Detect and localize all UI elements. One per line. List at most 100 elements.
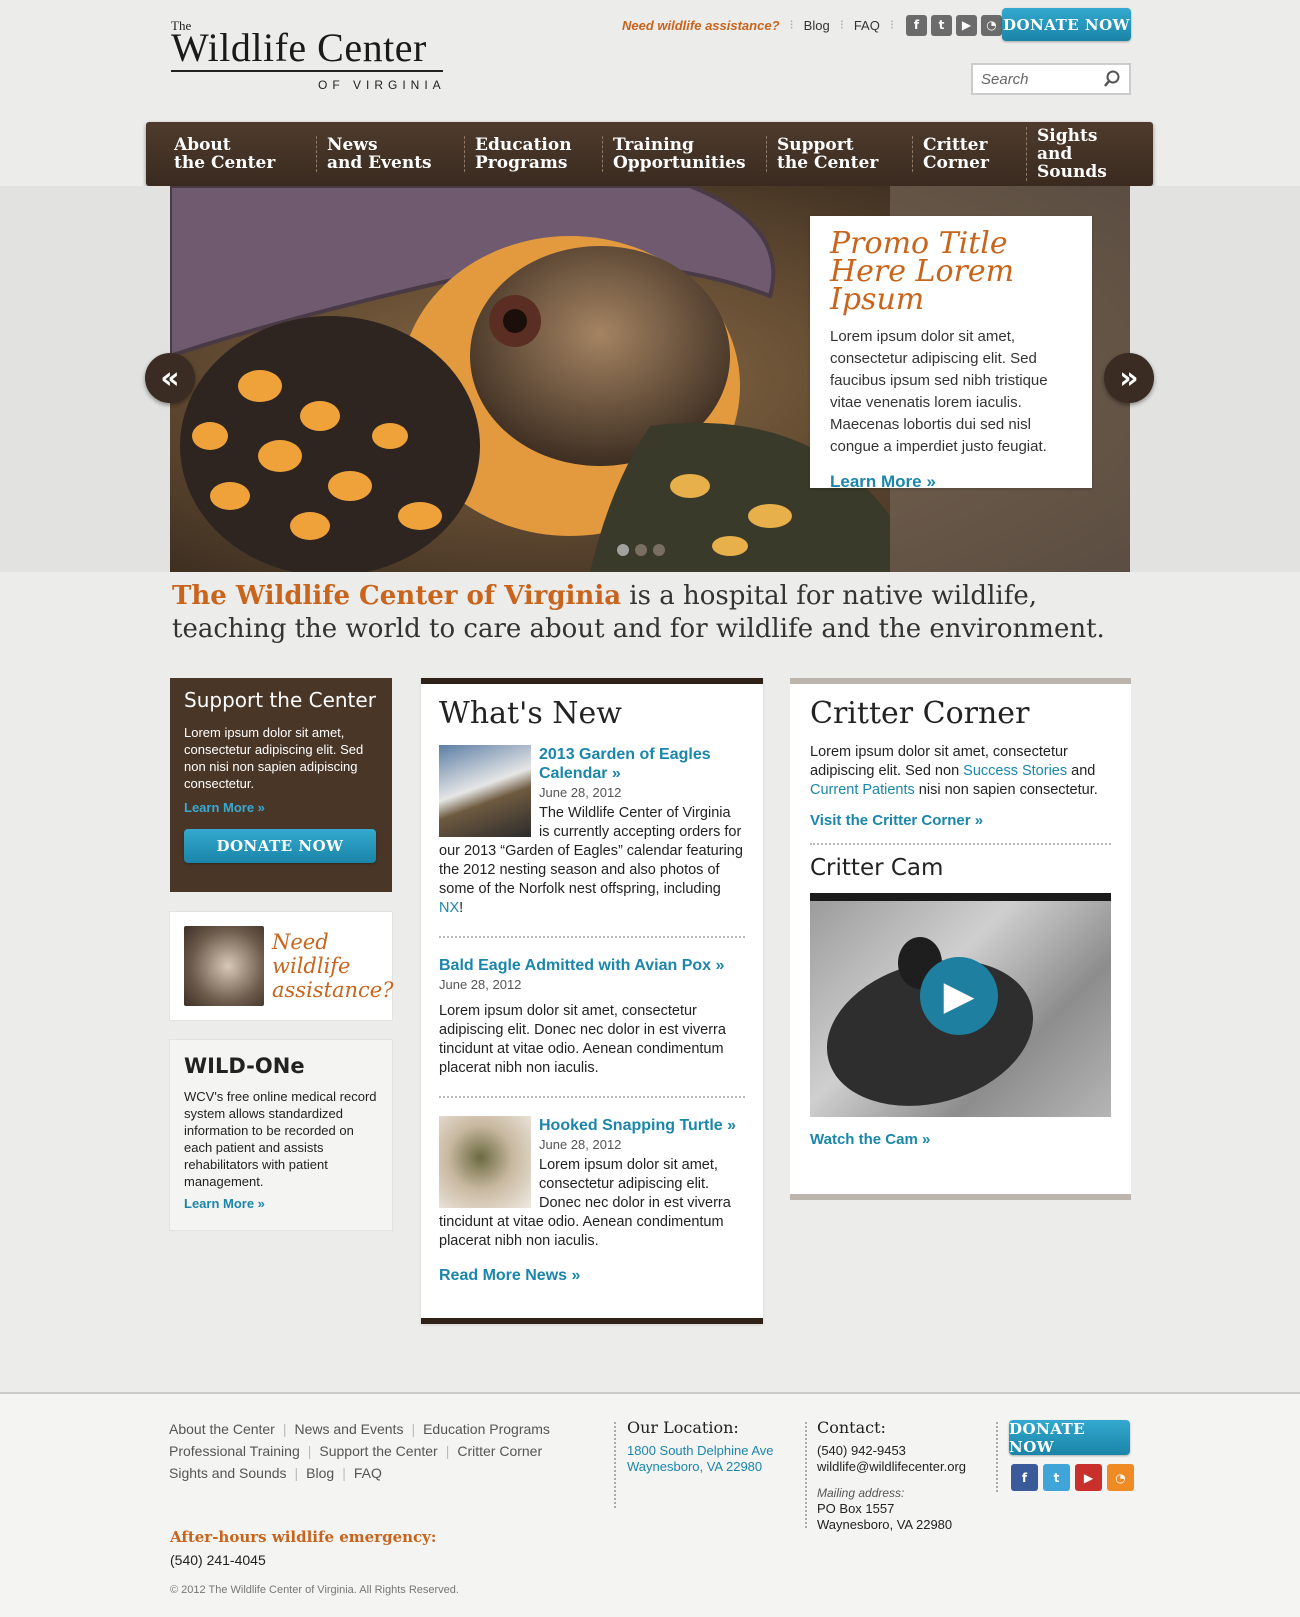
main-nav: About the Center News and Events Educati…: [146, 122, 1153, 186]
site-logo[interactable]: Wildlife Center: [171, 26, 443, 72]
slide-dot[interactable]: [653, 544, 665, 556]
separator: ⁝: [789, 17, 794, 32]
contact-email[interactable]: wildlife@wildlifecenter.org: [817, 1459, 966, 1475]
promo-title: Promo Title Here Lorem Ipsum: [830, 226, 1015, 317]
news-item: 2013 Garden of Eagles Calendar » June 28…: [439, 745, 745, 918]
search-icon[interactable]: [1103, 70, 1121, 88]
nav-critter[interactable]: Critter Corner: [912, 136, 1026, 172]
next-slide-button[interactable]: »: [1104, 353, 1154, 403]
nav-training[interactable]: Training Opportunities: [602, 136, 766, 172]
nav-about[interactable]: About the Center: [170, 136, 316, 172]
search-input[interactable]: Search: [981, 71, 1103, 88]
twitter-icon[interactable]: t: [1043, 1464, 1070, 1491]
critter-text: Lorem ipsum dolor sit amet, consectetur …: [810, 744, 1098, 798]
slide-indicators: [617, 544, 665, 556]
wildone-learn-more-link[interactable]: Learn More »: [184, 1196, 378, 1211]
wildone-title: WILD-ONe: [184, 1054, 305, 1078]
footer-divider: [805, 1422, 807, 1528]
critter-corner-title: Critter Corner: [810, 696, 1030, 731]
emergency-label: After-hours wildlife emergency:: [170, 1528, 437, 1546]
footer-link-faq[interactable]: FAQ: [354, 1465, 382, 1481]
copyright: © 2012 The Wildlife Center of Virginia. …: [170, 1584, 459, 1596]
separator: ⁝: [889, 17, 894, 32]
support-learn-more-link[interactable]: Learn More »: [184, 800, 378, 815]
support-box: Support the Center Lorem ipsum dolor sit…: [170, 678, 392, 892]
eagle-thumbnail[interactable]: [439, 745, 531, 837]
divider: [439, 1096, 745, 1098]
emergency-phone: (540) 241-4045: [170, 1552, 266, 1568]
footer-link-news[interactable]: News and Events: [295, 1421, 404, 1437]
footer-link-blog[interactable]: Blog: [306, 1465, 334, 1481]
address-line-2[interactable]: Waynesboro, VA 22980: [627, 1459, 762, 1474]
watch-cam-link[interactable]: Watch the Cam »: [810, 1131, 1111, 1148]
social-icons: f t ▶ ◔: [905, 14, 1002, 36]
promo-card: Promo Title Here Lorem Ipsum Lorem ipsum…: [810, 216, 1092, 491]
opossum-photo: [184, 926, 264, 1006]
nx-link[interactable]: NX: [439, 900, 459, 916]
facebook-icon[interactable]: f: [905, 14, 927, 36]
turtle-thumbnail[interactable]: [439, 1116, 531, 1208]
current-patients-link[interactable]: Current Patients: [810, 782, 915, 798]
prev-slide-button[interactable]: «: [145, 353, 195, 403]
contact-title: Contact:: [817, 1418, 886, 1437]
success-stories-link[interactable]: Success Stories: [963, 763, 1067, 779]
mailing-label: Mailing address:: [817, 1486, 905, 1500]
rss-icon[interactable]: ◔: [1107, 1464, 1134, 1491]
nav-education[interactable]: Education Programs: [464, 136, 602, 172]
support-title: Support the Center: [184, 688, 376, 712]
assistance-text[interactable]: Need wildlife assistance?: [272, 930, 394, 1002]
blog-link[interactable]: Blog: [804, 18, 830, 33]
visit-critter-corner-link[interactable]: Visit the Critter Corner »: [810, 812, 1111, 829]
donate-button-footer[interactable]: DONATE NOW: [1009, 1420, 1130, 1456]
nav-news[interactable]: News and Events: [316, 136, 464, 172]
contact-phone: (540) 942-9453: [817, 1443, 906, 1458]
faq-link[interactable]: FAQ: [854, 18, 880, 33]
youtube-icon[interactable]: ▶: [955, 14, 977, 36]
footer-contact: Contact: (540) 942-9453 wildlife@wildlif…: [817, 1418, 966, 1533]
divider: [810, 843, 1111, 845]
facebook-icon[interactable]: f: [1011, 1464, 1038, 1491]
critter-cam-title: Critter Cam: [810, 855, 944, 881]
need-assistance-link[interactable]: Need wildlife assistance?: [622, 18, 780, 33]
news-item-text: Lorem ipsum dolor sit amet, consectetur …: [439, 1003, 726, 1076]
news-item: Hooked Snapping Turtle » June 28, 2012 L…: [439, 1116, 745, 1251]
slide-dot[interactable]: [617, 544, 629, 556]
play-icon[interactable]: ▶: [920, 957, 998, 1035]
news-item: Bald Eagle Admitted with Avian Pox » Jun…: [439, 956, 745, 1078]
donate-button-header[interactable]: DONATE NOW: [1002, 8, 1131, 41]
wildlife-assistance-box[interactable]: Need wildlife assistance?: [170, 912, 394, 1020]
slide-dot[interactable]: [635, 544, 647, 556]
news-item-date: June 28, 2012: [439, 977, 522, 992]
donate-button-sidebar[interactable]: DONATE NOW: [184, 829, 376, 863]
separator: ⁝: [839, 17, 844, 32]
rss-icon[interactable]: ◔: [980, 14, 1002, 36]
logo-subtitle: OF VIRGINIA: [318, 78, 446, 92]
top-links: Need wildlife assistance? ⁝ Blog ⁝ FAQ ⁝…: [622, 14, 1002, 36]
news-item-title[interactable]: Bald Eagle Admitted with Avian Pox »: [439, 956, 745, 975]
critter-cam-video[interactable]: ▶: [810, 893, 1111, 1117]
footer-link-critter[interactable]: Critter Corner: [457, 1443, 542, 1459]
footer-link-support[interactable]: Support the Center: [319, 1443, 437, 1459]
location-title: Our Location:: [627, 1418, 739, 1437]
nav-support[interactable]: Support the Center: [766, 136, 912, 172]
promo-text: Lorem ipsum dolor sit amet, consectetur …: [830, 328, 1048, 455]
wildone-text: WCV's free online medical record system …: [184, 1089, 377, 1189]
footer-link-training[interactable]: Professional Training: [169, 1443, 300, 1459]
footer-divider: [614, 1422, 616, 1508]
twitter-icon[interactable]: t: [930, 14, 952, 36]
search-box[interactable]: Search: [971, 63, 1131, 95]
nav-sights[interactable]: Sights and Sounds: [1026, 127, 1152, 181]
footer-divider: [996, 1422, 998, 1492]
whats-new-panel: What's New 2013 Garden of Eagles Calenda…: [421, 678, 763, 1324]
promo-learn-more-link[interactable]: Learn More »: [830, 472, 1072, 492]
footer-link-sights[interactable]: Sights and Sounds: [169, 1465, 287, 1481]
youtube-icon[interactable]: ▶: [1075, 1464, 1102, 1491]
footer-social-icons: f t ▶ ◔: [1011, 1464, 1134, 1491]
mission-statement: The Wildlife Center of Virginia is a hos…: [172, 580, 1112, 646]
footer-link-education[interactable]: Education Programs: [423, 1421, 550, 1437]
footer-location: Our Location: 1800 South Delphine Ave Wa…: [627, 1418, 774, 1475]
address-line-1[interactable]: 1800 South Delphine Ave: [627, 1443, 774, 1458]
read-more-news-link[interactable]: Read More News »: [439, 1267, 745, 1285]
footer-link-about[interactable]: About the Center: [169, 1421, 275, 1437]
whats-new-title: What's New: [439, 696, 622, 731]
